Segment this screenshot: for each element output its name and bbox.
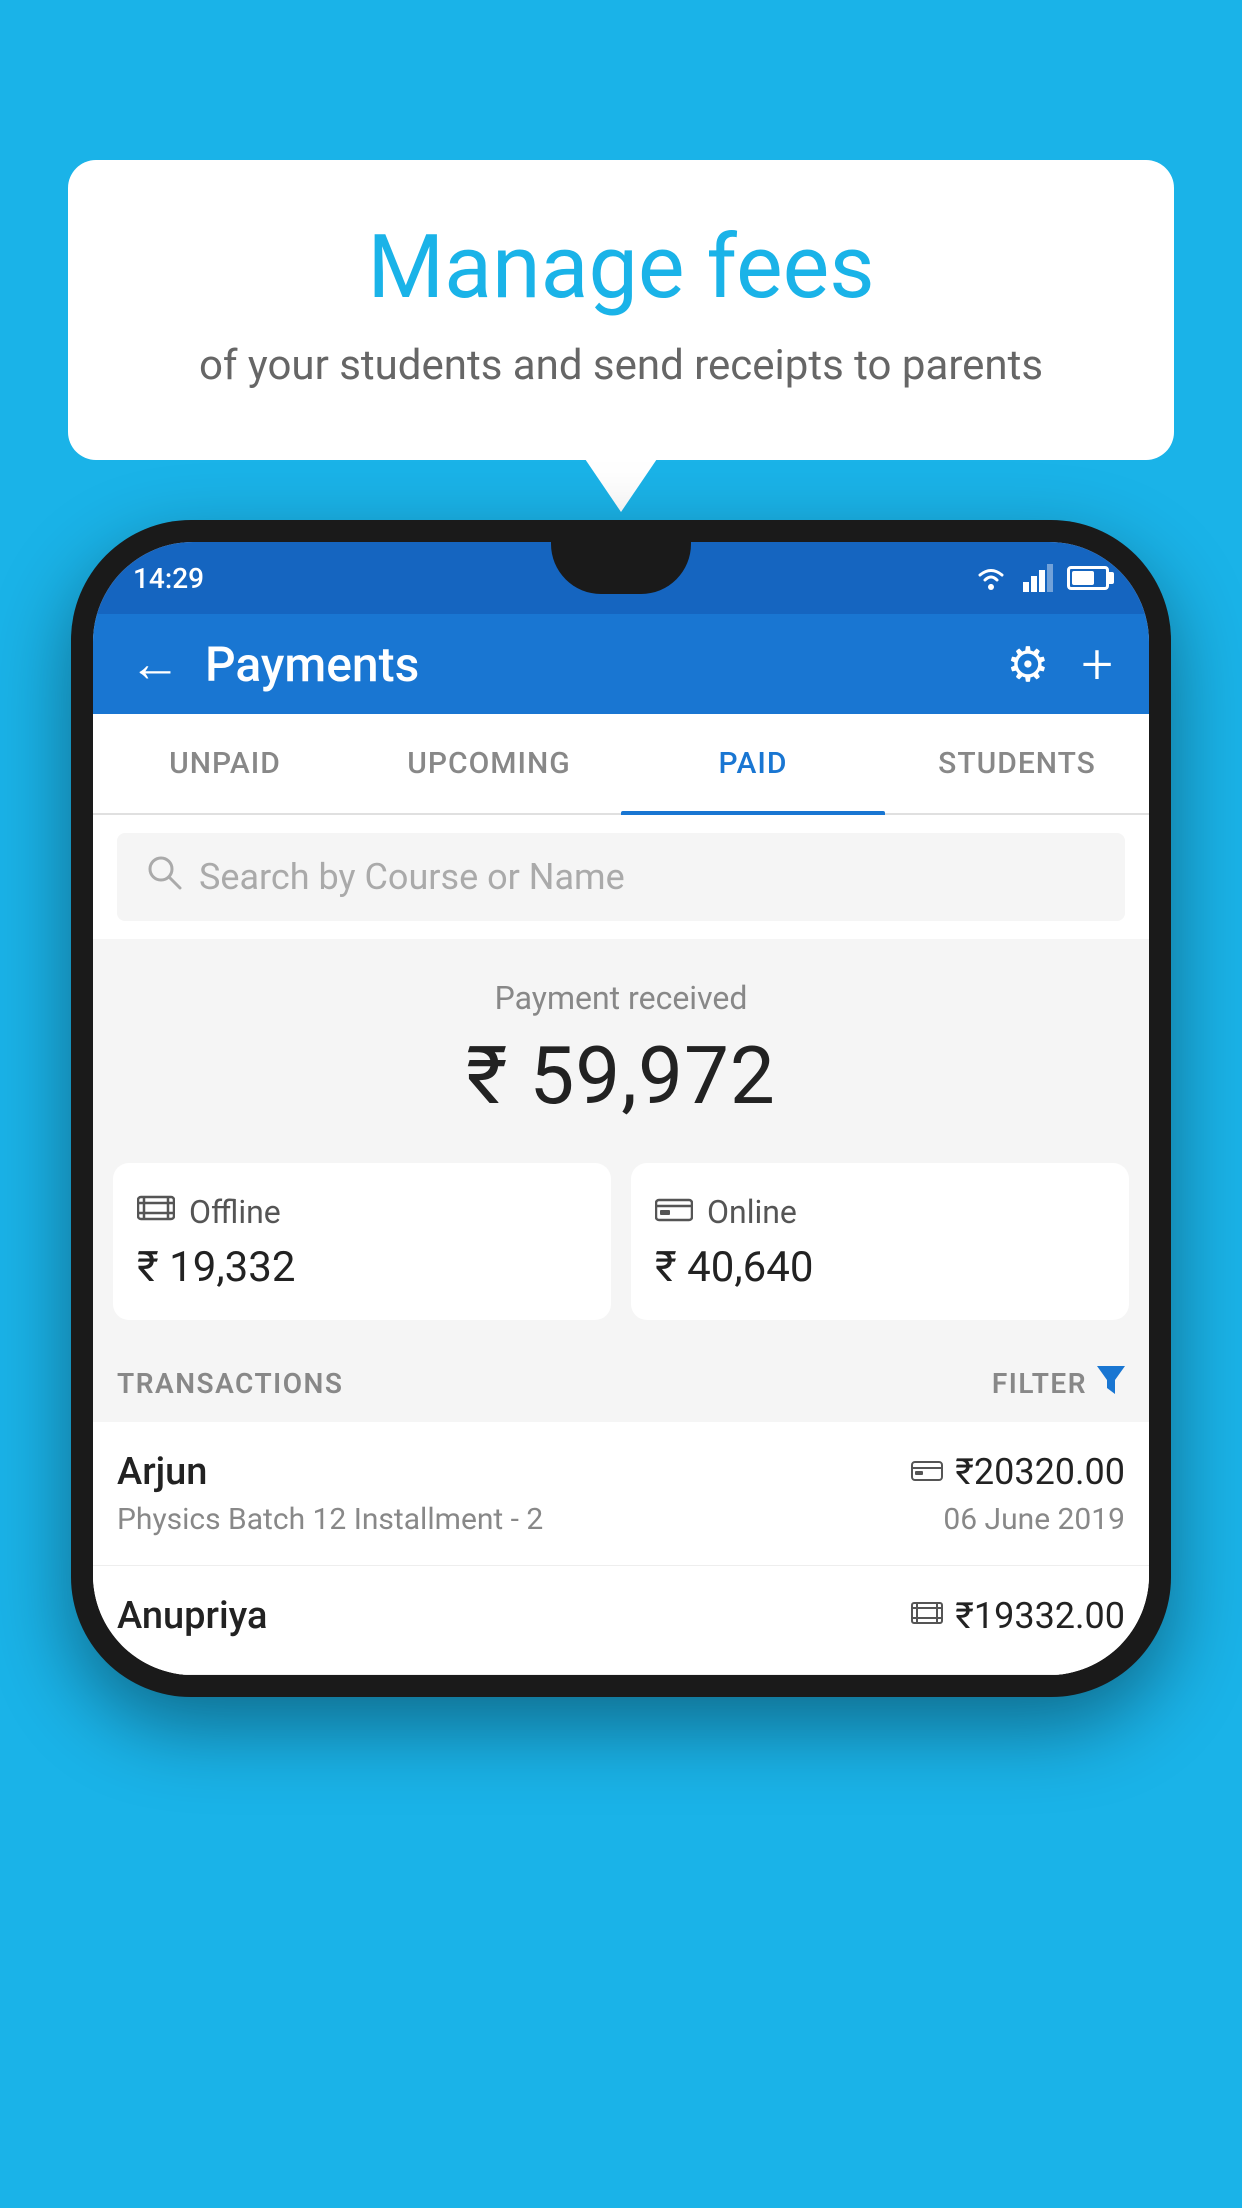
bubble-subtitle: of your students and send receipts to pa… xyxy=(108,341,1134,390)
back-button[interactable]: ← xyxy=(129,638,181,690)
offline-amount: ₹ 19,332 xyxy=(137,1243,587,1292)
transactions-header: TRANSACTIONS FILTER xyxy=(93,1344,1149,1422)
online-label: Online xyxy=(707,1193,797,1231)
transaction-top-1: Arjun ₹20320.00 xyxy=(117,1450,1125,1494)
phone-screen: 14:29 xyxy=(93,542,1149,1675)
trans-name-2: Anupriya xyxy=(117,1594,267,1638)
transactions-label: TRANSACTIONS xyxy=(117,1367,343,1400)
search-placeholder: Search by Course or Name xyxy=(199,856,625,898)
payment-label: Payment received xyxy=(113,979,1129,1017)
tab-students[interactable]: STUDENTS xyxy=(885,714,1149,813)
battery-icon xyxy=(1067,566,1109,590)
trans-amount-wrap-1: ₹20320.00 xyxy=(911,1451,1125,1493)
speech-bubble: Manage fees of your students and send re… xyxy=(68,160,1174,460)
card-icon xyxy=(655,1191,693,1233)
trans-cash-icon-2 xyxy=(911,1596,943,1636)
cash-icon xyxy=(137,1191,175,1233)
cards-row: Offline ₹ 19,332 xyxy=(93,1147,1149,1344)
phone-frame: 14:29 xyxy=(71,520,1171,1697)
search-icon xyxy=(145,853,183,901)
tabs-bar: UNPAID UPCOMING PAID STUDENTS xyxy=(93,714,1149,815)
app-header: ← Payments ⚙ + xyxy=(93,614,1149,714)
payment-summary: Payment received ₹ 59,972 xyxy=(93,939,1149,1147)
search-box[interactable]: Search by Course or Name xyxy=(117,833,1125,921)
status-time: 14:29 xyxy=(133,562,204,595)
filter-button[interactable]: FILTER xyxy=(992,1364,1125,1402)
content-area: Search by Course or Name Payment receive… xyxy=(93,815,1149,1675)
offline-card: Offline ₹ 19,332 xyxy=(113,1163,611,1320)
tab-unpaid[interactable]: UNPAID xyxy=(93,714,357,813)
transaction-row-2[interactable]: Anupriya ₹1933 xyxy=(93,1566,1149,1675)
trans-amount-1: ₹20320.00 xyxy=(955,1451,1125,1493)
phone-mockup: 14:29 xyxy=(71,520,1171,1697)
transaction-bottom-1: Physics Batch 12 Installment - 2 06 June… xyxy=(117,1502,1125,1537)
settings-button[interactable]: ⚙ xyxy=(1006,636,1049,693)
notch xyxy=(551,542,691,594)
status-bar: 14:29 xyxy=(93,542,1149,614)
offline-card-header: Offline xyxy=(137,1191,587,1233)
bubble-title: Manage fees xyxy=(108,220,1134,317)
trans-date-1: 06 June 2019 xyxy=(943,1502,1125,1537)
trans-amount-wrap-2: ₹19332.00 xyxy=(911,1595,1125,1637)
search-container: Search by Course or Name xyxy=(93,815,1149,939)
filter-label: FILTER xyxy=(992,1367,1087,1400)
trans-amount-2: ₹19332.00 xyxy=(955,1595,1125,1637)
transaction-row-1[interactable]: Arjun ₹20320.00 xyxy=(93,1422,1149,1566)
online-card: Online ₹ 40,640 xyxy=(631,1163,1129,1320)
wifi-icon xyxy=(973,564,1009,592)
filter-icon xyxy=(1097,1364,1125,1402)
status-icons xyxy=(973,564,1109,592)
tab-paid[interactable]: PAID xyxy=(621,714,885,813)
online-amount: ₹ 40,640 xyxy=(655,1243,1105,1292)
transaction-top-2: Anupriya ₹1933 xyxy=(117,1594,1125,1638)
page-title: Payments xyxy=(205,636,982,693)
online-card-header: Online xyxy=(655,1191,1105,1233)
payment-amount: ₹ 59,972 xyxy=(113,1029,1129,1123)
trans-course-1: Physics Batch 12 Installment - 2 xyxy=(117,1502,543,1537)
signal-icon xyxy=(1023,564,1053,592)
tab-upcoming[interactable]: UPCOMING xyxy=(357,714,621,813)
add-button[interactable]: + xyxy=(1081,631,1113,697)
offline-label: Offline xyxy=(189,1193,281,1231)
trans-card-icon-1 xyxy=(911,1452,943,1492)
trans-name-1: Arjun xyxy=(117,1450,207,1494)
